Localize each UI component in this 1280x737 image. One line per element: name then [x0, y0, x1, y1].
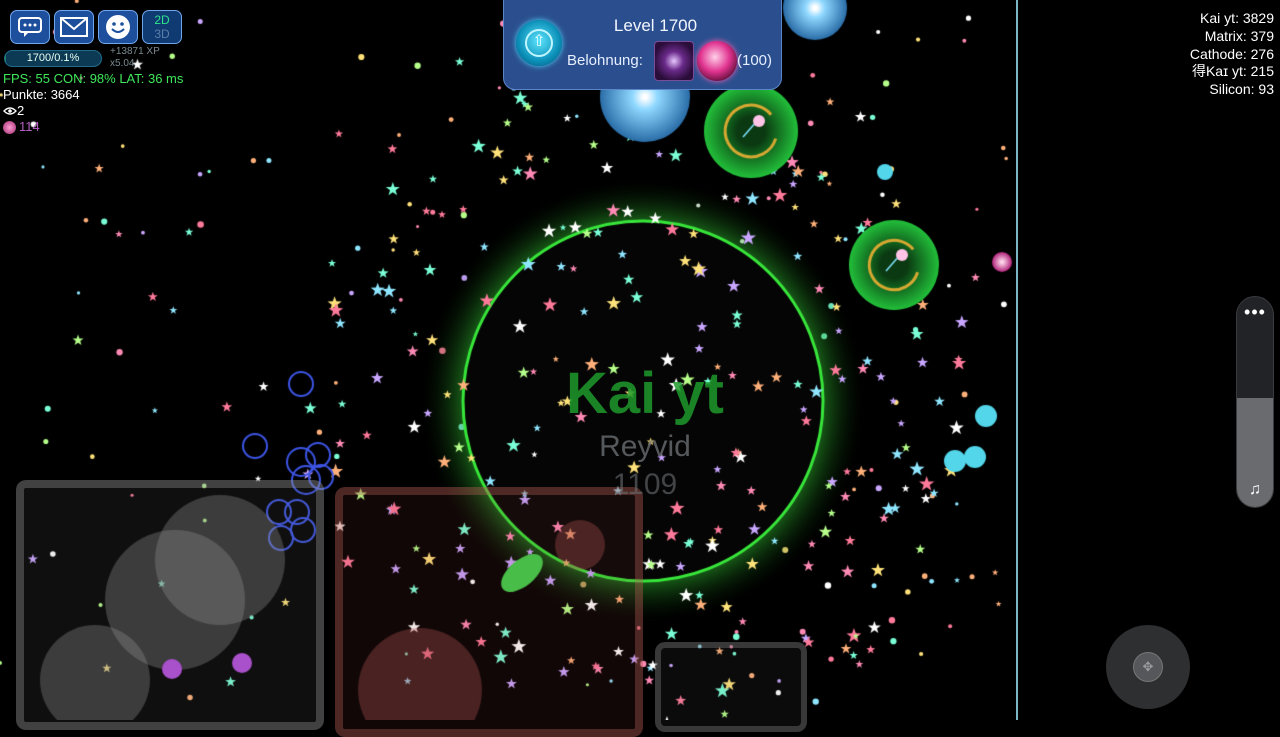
leaderboard-row-3: Cathode: 276 [1189, 46, 1274, 62]
coin-count: 114 [3, 119, 40, 135]
chat-button[interactable] [10, 10, 50, 44]
leaderboard-score: 379 [1250, 28, 1274, 44]
view-toggle-button[interactable]: 2D 3D [142, 10, 182, 44]
xp-text: 1700/0.1% [26, 52, 80, 64]
pink-orb-icon [3, 120, 16, 134]
split-control[interactable] [16, 480, 324, 730]
xp-multiplier: x5.04 [110, 58, 135, 69]
emoji-button[interactable] [98, 10, 138, 44]
smiley-icon [106, 15, 130, 39]
view-2d-label: 2D [154, 13, 170, 27]
player-mass: 1109 [612, 468, 678, 501]
leaderboard-row-1: Kai yt: 3829 [1200, 10, 1274, 26]
spectator-value: 2 [17, 103, 25, 118]
leaderboard-score: 276 [1250, 46, 1274, 62]
movement-joystick[interactable]: ✥ [1106, 625, 1190, 709]
level-title: Level 1700 [613, 16, 698, 35]
purple-skin-icon [654, 41, 694, 81]
map-border [1016, 0, 1018, 720]
xp-gain: +13871 XP [110, 46, 160, 57]
coin-value: 114 [19, 119, 40, 134]
volume-slider[interactable]: ••• ♫ [1236, 296, 1274, 508]
eye-icon [3, 107, 17, 115]
envelope-icon [60, 17, 88, 37]
points-display: Punkte: 3664 [3, 87, 80, 102]
leaderboard-name: Matrix [1204, 28, 1243, 44]
leaderboard-name: Silicon [1209, 81, 1251, 97]
leaderboard-score: 93 [1258, 81, 1274, 97]
performance-stats: FPS: 55 CON: 98% LAT: 36 ms [3, 71, 184, 86]
reward-count: (100) [737, 52, 773, 69]
reward-label: Belohnung: [567, 52, 643, 69]
player-name: Kai yt [566, 361, 724, 426]
leaderboard-row-2: Matrix: 379 [1204, 28, 1274, 44]
spectator-count: 2 [3, 103, 24, 119]
three-dots-icon[interactable]: ••• [1237, 303, 1273, 321]
chat-bubble-icon [18, 17, 42, 37]
music-note-icon[interactable]: ♫ [1237, 481, 1273, 499]
leaderboard-row-5: Silicon: 93 [1209, 81, 1274, 97]
leaderboard-name: 得Kaɪ уt [1191, 63, 1243, 79]
eject-control[interactable] [335, 487, 643, 737]
leaderboard-score: 215 [1250, 63, 1274, 79]
four-way-arrow-icon[interactable]: ✥ [1133, 652, 1163, 682]
pink-orb-icon [697, 41, 737, 81]
mail-button[interactable] [54, 10, 94, 44]
leaderboard-name: Cathode [1189, 46, 1243, 62]
xp-progress-bar: 1700/0.1% [4, 50, 102, 67]
leaderboard-score: 3829 [1242, 10, 1274, 26]
view-3d-label: 3D [154, 27, 170, 41]
leaderboard-name: Kai yt [1200, 10, 1236, 26]
boost-control[interactable] [655, 642, 807, 732]
level-reward-panel[interactable]: ⇧ Level 1700 Belohnung: (100) [503, 0, 782, 90]
player-clan: Reyvid [599, 430, 691, 463]
xp-gain-info: +13871 XP x5.04 [110, 46, 160, 70]
leaderboard-row-4: 得Kaɪ уt: 215 [1191, 63, 1274, 79]
